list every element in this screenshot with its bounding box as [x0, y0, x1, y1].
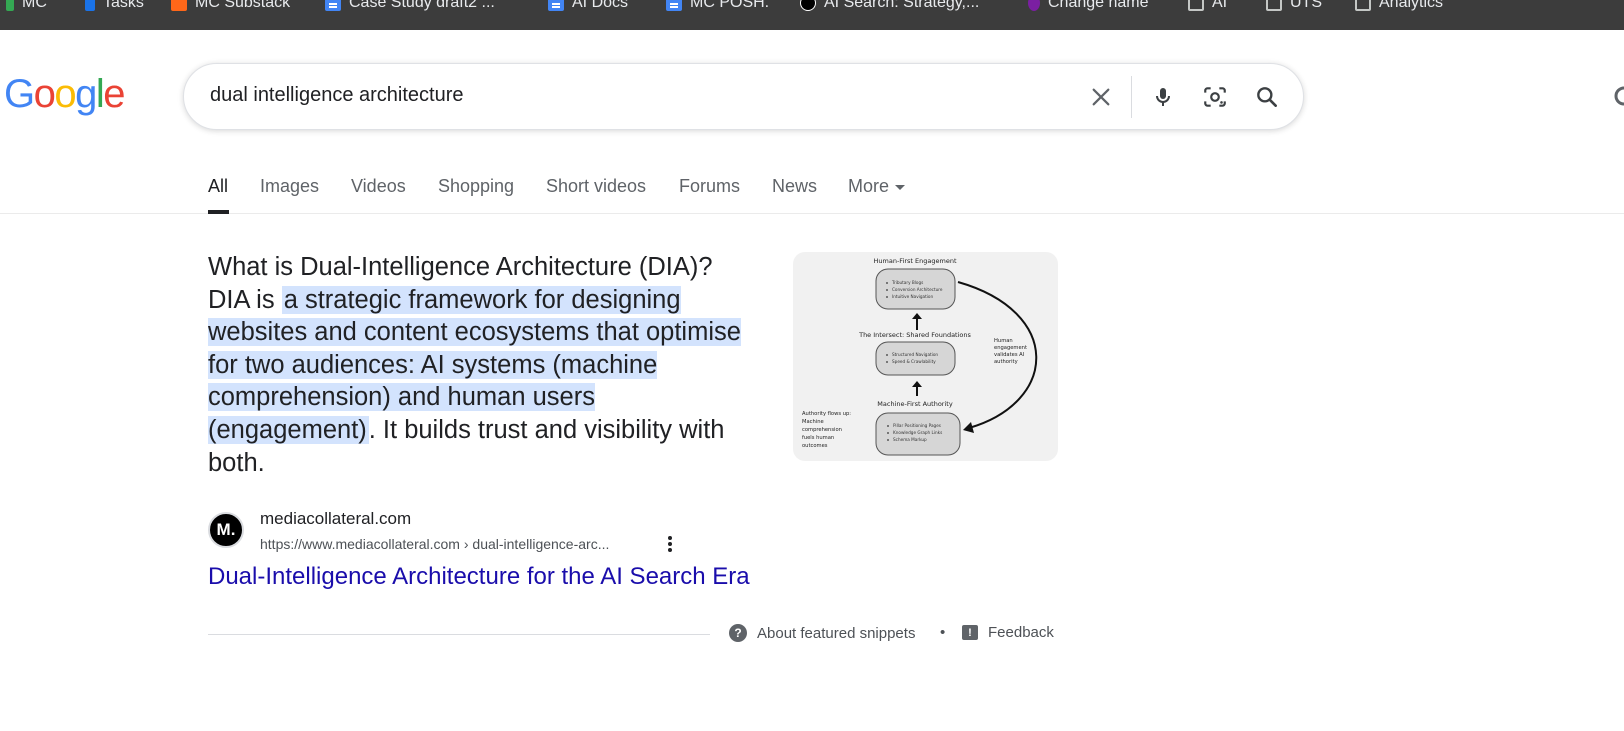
microphone-icon [1156, 88, 1170, 106]
site-name[interactable]: mediacollateral.com [260, 509, 411, 529]
diagram-top-title: Human-First Engagement [874, 257, 957, 265]
diagram-bottom-item: Pillar Positioning Pages [893, 423, 941, 428]
diagram-bottom-title: Machine-First Authority [877, 400, 953, 408]
about-featured-snippets[interactable]: ? About featured snippets [729, 624, 915, 642]
bookmark-mc[interactable]: MC [6, 0, 47, 13]
tab-videos[interactable]: Videos [351, 176, 406, 197]
bookmarks-bar: MC Tasks MC Substack Case Study draft2 .… [0, 0, 1624, 30]
bookmark-mc-posh[interactable]: MC POSH. [666, 0, 769, 13]
site-favicon[interactable]: M. [208, 512, 244, 548]
tab-short-videos[interactable]: Short videos [546, 176, 646, 197]
voice-search-button[interactable] [1146, 80, 1180, 114]
feedback-label: Feedback [988, 624, 1054, 641]
search-tabs: All Images Videos Shopping Short videos … [0, 160, 1624, 214]
site-url[interactable]: https://www.mediacollateral.com › dual-i… [260, 536, 609, 552]
substack-icon [171, 0, 187, 11]
dia-diagram: Human-First Engagement Tributary Blogs C… [802, 257, 1038, 456]
search-icon [1257, 87, 1277, 107]
diagram-bottom-item: Knowledge Graph Links [893, 430, 942, 435]
folder-icon [1266, 0, 1282, 11]
diagram-right-label: authority [994, 359, 1018, 365]
folder-icon [1188, 0, 1204, 11]
bookmark-case-study[interactable]: Case Study draft2 ... [325, 0, 495, 13]
logo-letter: o [54, 72, 76, 116]
bookmark-folder-ai[interactable]: AI [1188, 0, 1227, 13]
diagram-top-item: Conversion Architecture [892, 287, 943, 292]
diagram-top-item: Tributary Blogs [891, 280, 923, 285]
snippet-image[interactable]: Human-First Engagement Tributary Blogs C… [793, 252, 1058, 461]
diagram-left-label: outcomes [802, 443, 828, 449]
footer-separator: • [940, 624, 946, 641]
bookmark-folder-analytics[interactable]: Analytics [1355, 0, 1443, 13]
google-docs-icon [666, 0, 682, 11]
result-options-button[interactable] [660, 534, 680, 554]
tab-more-label: More [848, 176, 890, 196]
mediacollateral-icon [800, 0, 816, 11]
tab-more[interactable]: More [848, 176, 906, 197]
tab-forums[interactable]: Forums [679, 176, 740, 197]
settings-icon[interactable] [1612, 82, 1624, 110]
diagram-mid-title: The Intersect: Shared Foundations [858, 331, 971, 339]
google-docs-icon [548, 0, 564, 11]
diagram-right-label: validates AI [994, 352, 1025, 358]
diagram-mid-item: Speed & Crawlability [892, 359, 936, 364]
folder-icon [1355, 0, 1371, 11]
favicon-letter: M. [216, 520, 236, 539]
diagram-mid-item: Structured Navigation [892, 352, 938, 357]
pin-icon [1028, 0, 1040, 11]
snippet-prefix: DIA is [208, 285, 282, 314]
search-box [183, 63, 1304, 130]
logo-letter: g [75, 72, 97, 116]
snippet-footer-divider [208, 634, 710, 635]
diagram-bottom-item: Schema Markup [893, 437, 927, 442]
featured-snippet-text: What is Dual-Intelligence Architecture (… [208, 251, 768, 479]
search-input[interactable] [210, 84, 1070, 107]
lens-search-button[interactable] [1198, 80, 1232, 114]
camera-lens-icon [1204, 87, 1226, 107]
tab-news[interactable]: News [772, 176, 817, 197]
bookmark-mc-substack[interactable]: MC Substack [171, 0, 290, 13]
snippet-question: What is Dual-Intelligence Architecture (… [208, 253, 713, 281]
tab-shopping[interactable]: Shopping [438, 176, 514, 197]
diagram-right-label: Human [994, 338, 1013, 344]
search-box-divider [1131, 76, 1132, 118]
bookmark-icon [6, 0, 14, 11]
tasks-icon [85, 0, 95, 11]
diagram-left-label: comprehension [802, 427, 842, 433]
close-icon [1092, 88, 1110, 106]
diagram-left-label: Machine [802, 419, 824, 425]
about-label: About featured snippets [757, 624, 916, 642]
clear-search-button[interactable] [1084, 80, 1118, 114]
feedback-button[interactable]: ! Feedback [962, 624, 1054, 641]
search-button[interactable] [1250, 80, 1284, 114]
bookmark-ai-docs[interactable]: AI Docs [548, 0, 628, 13]
bookmark-folder-uts[interactable]: UTS [1266, 0, 1322, 13]
more-vert-icon [668, 536, 672, 552]
logo-letter: o [33, 72, 56, 116]
diagram-right-label: engagement [994, 345, 1027, 351]
active-tab-indicator [208, 210, 229, 214]
bookmark-ai-search[interactable]: AI Search: Strategy,... [800, 0, 979, 13]
caret-down-icon [895, 184, 906, 190]
diagram-left-label: Authority flows up: [802, 411, 851, 417]
logo-letter: G [4, 72, 35, 116]
google-docs-icon [325, 0, 341, 11]
feedback-icon: ! [962, 625, 978, 640]
google-logo[interactable]: Google [4, 72, 125, 117]
result-title-link[interactable]: Dual-Intelligence Architecture for the A… [208, 563, 750, 591]
tab-all[interactable]: All [208, 176, 228, 197]
bookmark-tasks[interactable]: Tasks [85, 0, 144, 13]
logo-letter: e [103, 72, 125, 116]
help-icon: ? [729, 624, 747, 642]
diagram-top-item: Intuitive Navigation [892, 294, 933, 299]
tab-images[interactable]: Images [260, 176, 319, 197]
bookmark-change-name[interactable]: Change name [1028, 0, 1149, 13]
diagram-left-label: fuels human [802, 435, 834, 441]
